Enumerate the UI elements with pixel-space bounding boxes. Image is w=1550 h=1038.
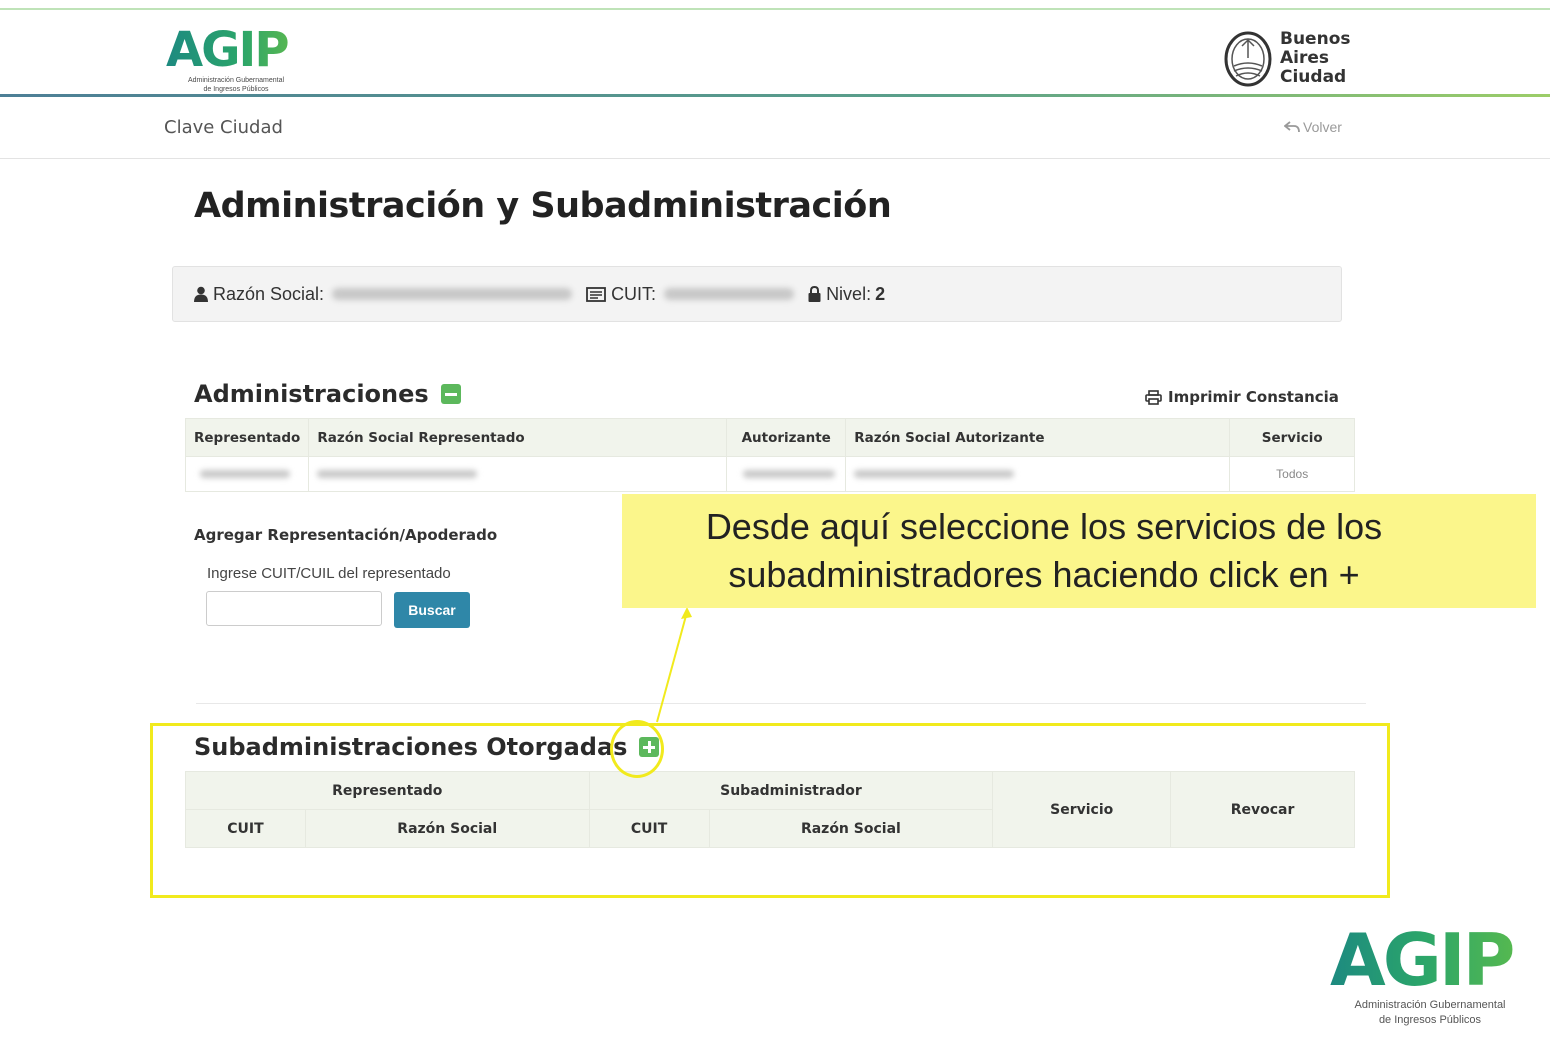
section-title: Clave Ciudad: [164, 117, 283, 138]
autorizante-cell-redacted: [726, 456, 847, 492]
footer-logo-word: AGIP: [1330, 922, 1535, 998]
column-header-servicio[interactable]: Servicio: [1229, 418, 1355, 457]
buscar-button[interactable]: Buscar: [394, 592, 470, 628]
imprimir-constancia-link[interactable]: Imprimir Constancia: [1145, 388, 1339, 406]
cuit-label: CUIT:: [611, 283, 657, 304]
site-header: AGIP Administración Gubernamental de Ing…: [0, 10, 1550, 95]
highlight-circle: [610, 720, 664, 778]
agip-logo-subtitle-2: de Ingresos Públicos: [203, 86, 269, 93]
agregar-representacion-title: Agregar Representación/Apoderado: [194, 526, 498, 544]
cuit-info: CUIT:: [586, 283, 795, 305]
agip-logo-word: AGIP: [166, 24, 316, 76]
lock-icon: [808, 286, 821, 302]
collapse-administraciones-button[interactable]: [440, 384, 461, 404]
callout-line-2: subadministradores haciendo click en +: [728, 554, 1360, 595]
buenos-aires-wordmark: Buenos Aires Ciudad: [1280, 30, 1351, 87]
instruction-callout: Desde aquí seleccione los servicios de l…: [622, 494, 1536, 608]
footer-logo-subtitle-1: Administración Gubernamental: [1354, 999, 1506, 1011]
back-link[interactable]: Volver: [1284, 119, 1342, 135]
user-icon: [194, 286, 208, 302]
printer-icon: [1145, 389, 1162, 405]
column-header-autorizante[interactable]: Autorizante: [726, 418, 847, 457]
imprimir-label: Imprimir Constancia: [1168, 388, 1339, 406]
razon-social-value-redacted: [332, 288, 573, 300]
administraciones-title: Administraciones: [194, 380, 429, 408]
cuit-value-redacted: [664, 288, 795, 300]
column-header-razon-social-representado[interactable]: Razón Social Representado: [308, 418, 728, 457]
table-row[interactable]: Todos: [184, 456, 1355, 492]
administraciones-table: Representado Razón Social Representado A…: [184, 418, 1355, 492]
cuit-field-label: Ingrese CUIT/CUIL del representado: [207, 565, 451, 582]
section-divider: [196, 703, 1366, 704]
back-link-label: Volver: [1303, 119, 1342, 135]
nivel-label: Nivel:: [826, 283, 872, 304]
cuit-input[interactable]: [206, 591, 382, 626]
city-seal-icon: [1224, 31, 1272, 87]
nivel-info: Nivel: 2: [808, 284, 885, 305]
razon-social-label: Razón Social:: [213, 283, 325, 304]
callout-line-1: Desde aquí seleccione los servicios de l…: [705, 506, 1383, 547]
column-header-razon-social-autorizante[interactable]: Razón Social Autorizante: [845, 418, 1231, 457]
footer-logo-subtitle-2: de Ingresos Públicos: [1378, 1014, 1482, 1026]
razon-social-representado-cell-redacted: [308, 456, 728, 492]
sub-navigation: Clave Ciudad Volver: [0, 97, 1550, 159]
agip-logo[interactable]: AGIP Administración Gubernamental de Ing…: [166, 24, 316, 100]
footer-agip-logo: AGIP Administración Gubernamental de Ing…: [1330, 922, 1535, 1032]
ba-line-2: Aires: [1280, 48, 1330, 68]
ba-line-1: Buenos: [1280, 29, 1351, 49]
razon-social-autorizante-cell-redacted: [845, 456, 1231, 492]
column-header-representado[interactable]: Representado: [184, 418, 310, 457]
nivel-value: 2: [875, 283, 886, 304]
administraciones-heading: Administraciones: [194, 380, 461, 408]
id-card-icon: [586, 286, 606, 302]
servicio-cell: Todos: [1229, 456, 1355, 492]
razon-social-info: Razón Social:: [194, 283, 573, 305]
ba-line-3: Ciudad: [1280, 67, 1347, 87]
table-header-row: Representado Razón Social Representado A…: [184, 418, 1355, 457]
reply-arrow-icon: [1284, 121, 1300, 133]
buenos-aires-logo[interactable]: Buenos Aires Ciudad: [1224, 30, 1364, 94]
highlight-box: [150, 723, 1390, 898]
page-title: Administración y Subadministración: [194, 186, 892, 226]
user-info-bar: Razón Social: CUIT: Nivel: 2: [172, 266, 1342, 322]
representado-cell-redacted: [184, 456, 310, 492]
